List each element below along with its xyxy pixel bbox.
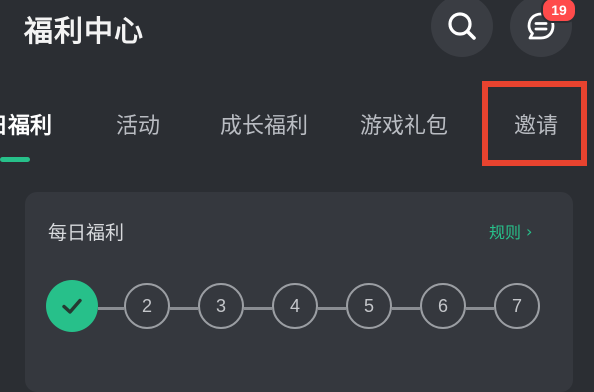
checkin-step-6[interactable]: 6	[420, 283, 466, 329]
step-connector	[392, 307, 420, 310]
checkin-step-3[interactable]: 3	[198, 283, 244, 329]
checkin-steps: 2 3 4 5 6 7	[0, 0, 594, 364]
checkin-step-7[interactable]: 7	[494, 283, 540, 329]
step-connector	[170, 307, 198, 310]
checkin-step-4[interactable]: 4	[272, 283, 318, 329]
step-connector	[244, 307, 272, 310]
checkin-step-2[interactable]: 2	[124, 283, 170, 329]
step-connector	[98, 307, 124, 310]
checkin-step-1[interactable]	[46, 280, 98, 332]
check-icon	[62, 298, 82, 314]
checkin-step-5[interactable]: 5	[346, 283, 392, 329]
step-connector	[318, 307, 346, 310]
step-connector	[466, 307, 494, 310]
